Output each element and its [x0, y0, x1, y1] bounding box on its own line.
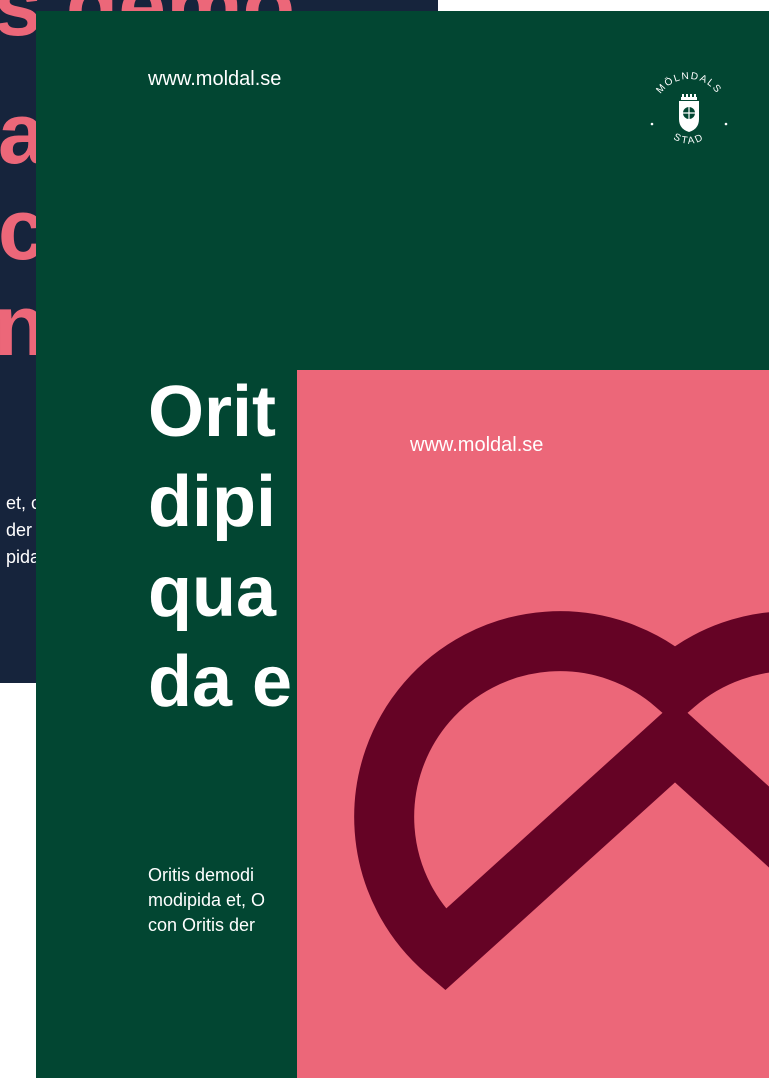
navy-body-line-2: der	[6, 520, 33, 540]
navy-body-line-3: pida	[6, 547, 41, 567]
navy-body-text: et, c der pida	[6, 490, 40, 571]
logo-top-text: MÖLNDALS	[654, 71, 722, 96]
molndal-stad-logo: MÖLNDALS STAD	[650, 71, 728, 147]
svg-text:STAD: STAD	[672, 132, 707, 147]
logo-dot-left	[650, 122, 654, 126]
green-body-line-1: Oritis demodi	[148, 865, 255, 885]
green-headline: Orit dipi qua da e	[148, 367, 292, 727]
green-headline-line-1: Orit	[148, 372, 277, 452]
molndal-crest-icon	[679, 94, 699, 132]
svg-text:MÖLNDALS: MÖLNDALS	[654, 71, 723, 96]
poster-pink: www.moldal.se	[297, 370, 769, 1078]
green-body-text: Oritis demodi modipida et, O con Oritis …	[148, 863, 265, 938]
logo-dot-right	[724, 122, 728, 126]
green-headline-line-3: qua	[148, 552, 277, 632]
heart-icon	[354, 611, 769, 991]
green-body-line-2: modipida et, O	[148, 890, 266, 910]
navy-body-line-1: et, c	[6, 493, 41, 513]
logo-bottom-text: STAD	[672, 132, 705, 147]
green-headline-line-4: da e	[148, 642, 293, 722]
green-website-url: www.moldal.se	[148, 68, 282, 90]
green-body-line-3: con Oritis der	[148, 915, 256, 935]
green-headline-line-2: dipi	[148, 462, 276, 542]
